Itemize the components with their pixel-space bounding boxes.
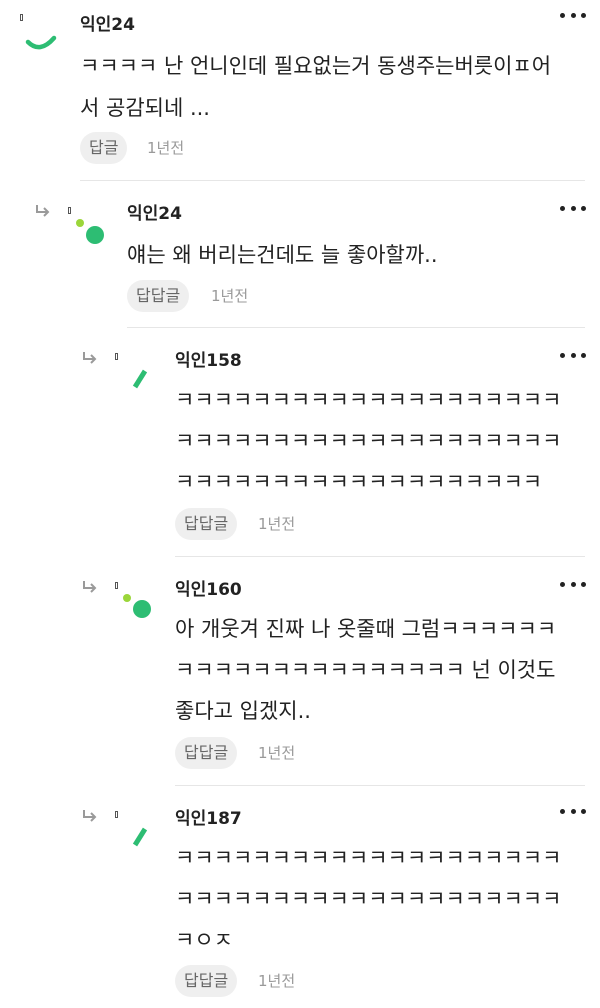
timestamp: 1년전 xyxy=(258,744,296,762)
reply-arrow-icon xyxy=(83,810,97,822)
reply-button[interactable]: 답답글 xyxy=(175,508,238,540)
reply-button[interactable]: 답답글 xyxy=(175,737,238,769)
comment-text-line: 좋다고 입겠지.. xyxy=(175,699,311,723)
comment-text-line: ㅋㅋㅋㅋㅋㅋㅋㅋㅋㅋㅋㅋㅋㅋㅋ 넌 이것도 xyxy=(175,658,556,682)
slash-avatar-icon[interactable] xyxy=(115,811,155,851)
reply-arrow-icon xyxy=(83,352,97,364)
comment-text-line: ㅋㅋㅋㅋㅋㅋㅋㅋㅋㅋㅋㅋㅋㅋㅋㅋㅋㅋㅋㅋ xyxy=(175,887,562,911)
comment-text-line: ㅋㅋㅋㅋㅋㅋㅋㅋㅋㅋㅋㅋㅋㅋㅋㅋㅋㅋㅋㅋ xyxy=(175,846,562,870)
comment-author[interactable]: 익인24 xyxy=(127,203,182,225)
comment-author[interactable]: 익인24 xyxy=(80,14,135,36)
more-options-icon[interactable] xyxy=(560,203,586,213)
dots-avatar-icon[interactable] xyxy=(68,207,108,247)
slash-avatar-icon[interactable] xyxy=(115,353,155,393)
reply-button[interactable]: 답답글 xyxy=(127,280,190,312)
comment-text-line: ㅋㅋㅋㅋㅋㅋㅋㅋㅋㅋㅋㅋㅋㅋㅋㅋㅋㅋㅋㅋ xyxy=(175,429,562,453)
comment-text-line: 서 공감되네 ... xyxy=(80,96,210,120)
timestamp: 1년전 xyxy=(211,287,249,305)
arc-avatar-icon[interactable] xyxy=(20,14,60,54)
comment-item: 익인24 ㅋㅋㅋㅋ 난 언니인데 필요없는거 동생주는버릇이ㅍ어 서 공감되네 … xyxy=(0,0,600,181)
more-options-icon[interactable] xyxy=(560,806,586,816)
reply-item: 익인160 아 개웃겨 진짜 나 옷줄때 그럼ㅋㅋㅋㅋㅋㅋ ㅋㅋㅋㅋㅋㅋㅋㅋㅋㅋ… xyxy=(0,557,600,786)
comment-author[interactable]: 익인158 xyxy=(175,350,242,372)
comment-text-line: ㅋㅋㅋㅋ 난 언니인데 필요없는거 동생주는버릇이ㅍ어 xyxy=(80,54,552,78)
reply-button[interactable]: 답글 xyxy=(80,132,128,164)
comment-text-line: 아 개웃겨 진짜 나 옷줄때 그럼ㅋㅋㅋㅋㅋㅋ xyxy=(175,617,557,641)
comment-text-line: ㅋㅋㅋㅋㅋㅋㅋㅋㅋㅋㅋㅋㅋㅋㅋㅋㅋㅋㅋ xyxy=(175,470,543,494)
more-options-icon[interactable] xyxy=(560,579,586,589)
reply-arrow-icon xyxy=(83,581,97,593)
reply-item: 익인24 얘는 왜 버리는건데도 늘 좋아할까.. 답답글 1년전 xyxy=(0,181,600,328)
comment-text-line: ㅋㅇㅈ xyxy=(175,928,233,952)
reply-button[interactable]: 답답글 xyxy=(175,965,238,997)
comment-text-line: 얘는 왜 버리는건데도 늘 좋아할까.. xyxy=(127,243,438,267)
reply-item: 익인187 ㅋㅋㅋㅋㅋㅋㅋㅋㅋㅋㅋㅋㅋㅋㅋㅋㅋㅋㅋㅋ ㅋㅋㅋㅋㅋㅋㅋㅋㅋㅋㅋㅋㅋ… xyxy=(0,786,600,1008)
timestamp: 1년전 xyxy=(147,139,185,157)
timestamp: 1년전 xyxy=(258,515,296,533)
reply-arrow-icon xyxy=(36,205,50,217)
comment-text-line: ㅋㅋㅋㅋㅋㅋㅋㅋㅋㅋㅋㅋㅋㅋㅋㅋㅋㅋㅋㅋ xyxy=(175,388,562,412)
comment-author[interactable]: 익인160 xyxy=(175,579,242,601)
more-options-icon[interactable] xyxy=(560,10,586,20)
more-options-icon[interactable] xyxy=(560,350,586,360)
reply-item: 익인158 ㅋㅋㅋㅋㅋㅋㅋㅋㅋㅋㅋㅋㅋㅋㅋㅋㅋㅋㅋㅋ ㅋㅋㅋㅋㅋㅋㅋㅋㅋㅋㅋㅋㅋ… xyxy=(0,328,600,557)
timestamp: 1년전 xyxy=(258,972,296,990)
dots-avatar-icon[interactable] xyxy=(115,582,155,622)
comment-author[interactable]: 익인187 xyxy=(175,808,242,830)
